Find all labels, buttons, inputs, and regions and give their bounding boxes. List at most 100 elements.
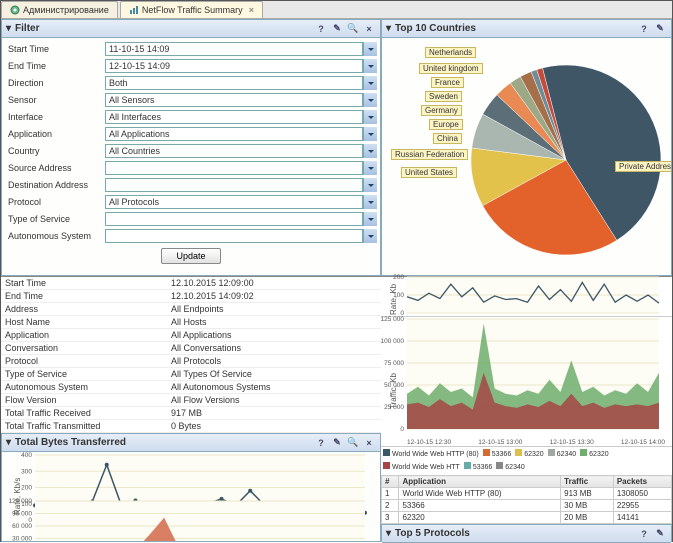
search-icon[interactable]: 🔍	[346, 22, 360, 36]
dropdown-arrow-icon[interactable]	[363, 76, 377, 90]
filter-label: Country	[5, 146, 105, 156]
cell: 30 MB	[561, 500, 614, 512]
filter-input-protocol[interactable]: All Protocols	[105, 195, 363, 209]
legend-item: 53366	[483, 449, 511, 458]
summary-value: 12.10.2015 14:09:02	[171, 291, 381, 301]
help-icon[interactable]: ?	[637, 527, 651, 541]
summary-row: Type of ServiceAll Types Of Service	[1, 368, 381, 381]
help-icon[interactable]: ?	[314, 22, 328, 36]
svg-text:300: 300	[21, 468, 32, 475]
svg-text:75 000: 75 000	[384, 360, 404, 367]
pie-slice-label: Sweden	[425, 91, 462, 102]
summary-value: All Types Of Service	[171, 369, 381, 379]
summary-row: ApplicationAll Applications	[1, 329, 381, 342]
dropdown-arrow-icon[interactable]	[363, 127, 377, 141]
table-row[interactable]: 1World Wide Web HTTP (80)913 MB1308050	[382, 488, 672, 500]
dropdown-arrow-icon[interactable]	[363, 144, 377, 158]
summary-key: Address	[1, 304, 171, 314]
filter-label: Start Time	[5, 44, 105, 54]
tab-netflow-label: NetFlow Traffic Summary	[142, 5, 243, 15]
filter-panel-header: ▾ Filter ? ✎ 🔍 ×	[2, 20, 380, 38]
filter-value: All Applications	[109, 129, 170, 139]
filter-input-tos[interactable]	[105, 212, 363, 226]
filter-label: Source Address	[5, 163, 105, 173]
summary-row: Host NameAll Hosts	[1, 316, 381, 329]
filter-label: Type of Service	[5, 214, 105, 224]
svg-text:60 000: 60 000	[12, 523, 32, 530]
summary-value: All Protocols	[171, 356, 381, 366]
summary-value: All Hosts	[171, 317, 381, 327]
summary-row: Total Traffic Received917 MB	[1, 407, 381, 420]
dropdown-arrow-icon[interactable]	[363, 93, 377, 107]
close-icon[interactable]: ×	[362, 436, 376, 450]
filter-input-interface[interactable]: All Interfaces	[105, 110, 363, 124]
filter-input-direction[interactable]: Both	[105, 76, 363, 90]
countries-panel-header: ▾ Top 10 Countries ? ✎	[382, 20, 671, 38]
filter-input-as[interactable]	[105, 229, 363, 243]
pie-slice-label: France	[431, 77, 464, 88]
dropdown-arrow-icon[interactable]	[363, 229, 377, 243]
summary-row: Total Traffic Transmitted0 Bytes	[1, 420, 381, 433]
summary-key: Total Traffic Transmitted	[1, 421, 171, 431]
cell: 20 MB	[561, 512, 614, 524]
summary-key: Protocol	[1, 356, 171, 366]
cell: World Wide Web HTTP (80)	[399, 488, 561, 500]
chevron-down-icon[interactable]: ▾	[386, 528, 391, 539]
dropdown-arrow-icon[interactable]	[363, 212, 377, 226]
filter-row-src_addr: Source Address	[5, 160, 377, 176]
table-row[interactable]: 25336630 MB22955	[382, 500, 672, 512]
summary-key: Start Time	[1, 278, 171, 288]
filter-value: Both	[109, 78, 128, 88]
chevron-down-icon[interactable]: ▾	[6, 437, 11, 448]
edit-icon[interactable]: ✎	[653, 527, 667, 541]
edit-icon[interactable]: ✎	[330, 436, 344, 450]
dropdown-arrow-icon[interactable]	[363, 178, 377, 192]
summary-key: Autonomous System	[1, 382, 171, 392]
dropdown-arrow-icon[interactable]	[363, 42, 377, 56]
dropdown-arrow-icon[interactable]	[363, 195, 377, 209]
filter-input-dst_addr[interactable]	[105, 178, 363, 192]
edit-icon[interactable]: ✎	[653, 22, 667, 36]
close-icon[interactable]: ×	[249, 5, 254, 15]
help-icon[interactable]: ?	[314, 436, 328, 450]
chevron-down-icon[interactable]: ▾	[6, 23, 11, 34]
svg-text:120 000: 120 000	[9, 498, 33, 505]
gear-icon	[10, 5, 20, 15]
filter-panel: ▾ Filter ? ✎ 🔍 × Start Time 11-10-15 14:…	[1, 19, 381, 276]
mini-rate-chart: Rate, Kb 0100200	[381, 277, 672, 317]
filter-value: All Interfaces	[109, 112, 161, 122]
summary-key: Type of Service	[1, 369, 171, 379]
svg-text:50 000: 50 000	[384, 382, 404, 389]
filter-input-sensor[interactable]: All Sensors	[105, 93, 363, 107]
table-row[interactable]: 36232020 MB14141	[382, 512, 672, 524]
filter-input-end_time[interactable]: 12-10-15 14:09	[105, 59, 363, 73]
dropdown-arrow-icon[interactable]	[363, 161, 377, 175]
filter-row-tos: Type of Service	[5, 211, 377, 227]
table-header: Traffic	[561, 476, 614, 488]
summary-key: Application	[1, 330, 171, 340]
close-icon[interactable]: ×	[362, 22, 376, 36]
filter-input-start_time[interactable]: 11-10-15 14:09	[105, 42, 363, 56]
pie-slice-label: China	[433, 133, 462, 144]
filter-row-start_time: Start Time 11-10-15 14:09	[5, 41, 377, 57]
filter-input-src_addr[interactable]	[105, 161, 363, 175]
summary-row: AddressAll Endpoints	[1, 303, 381, 316]
tab-admin[interactable]: Администрирование	[1, 1, 118, 18]
dropdown-arrow-icon[interactable]	[363, 59, 377, 73]
summary-value: All Autonomous Systems	[171, 382, 381, 392]
search-icon[interactable]: 🔍	[346, 436, 360, 450]
filter-input-country[interactable]: All Countries	[105, 144, 363, 158]
edit-icon[interactable]: ✎	[330, 22, 344, 36]
chevron-down-icon[interactable]: ▾	[386, 23, 391, 34]
help-icon[interactable]: ?	[637, 22, 651, 36]
top-protocols-panel: ▾ Top 5 Protocols ? ✎	[381, 524, 672, 542]
bytes-panel: ▾ Total Bytes Transferred ? ✎ 🔍 × Rate, …	[1, 433, 381, 542]
update-button[interactable]: Update	[161, 248, 220, 264]
pie-slice-label: Russian Federation	[391, 149, 468, 160]
filter-row-as: Autonomous System	[5, 228, 377, 244]
filter-input-application[interactable]: All Applications	[105, 127, 363, 141]
summary-value: 12.10.2015 12:09:00	[171, 278, 381, 288]
dropdown-arrow-icon[interactable]	[363, 110, 377, 124]
tab-netflow[interactable]: NetFlow Traffic Summary ×	[120, 1, 263, 18]
pie-slice-label: Netherlands	[425, 47, 476, 58]
